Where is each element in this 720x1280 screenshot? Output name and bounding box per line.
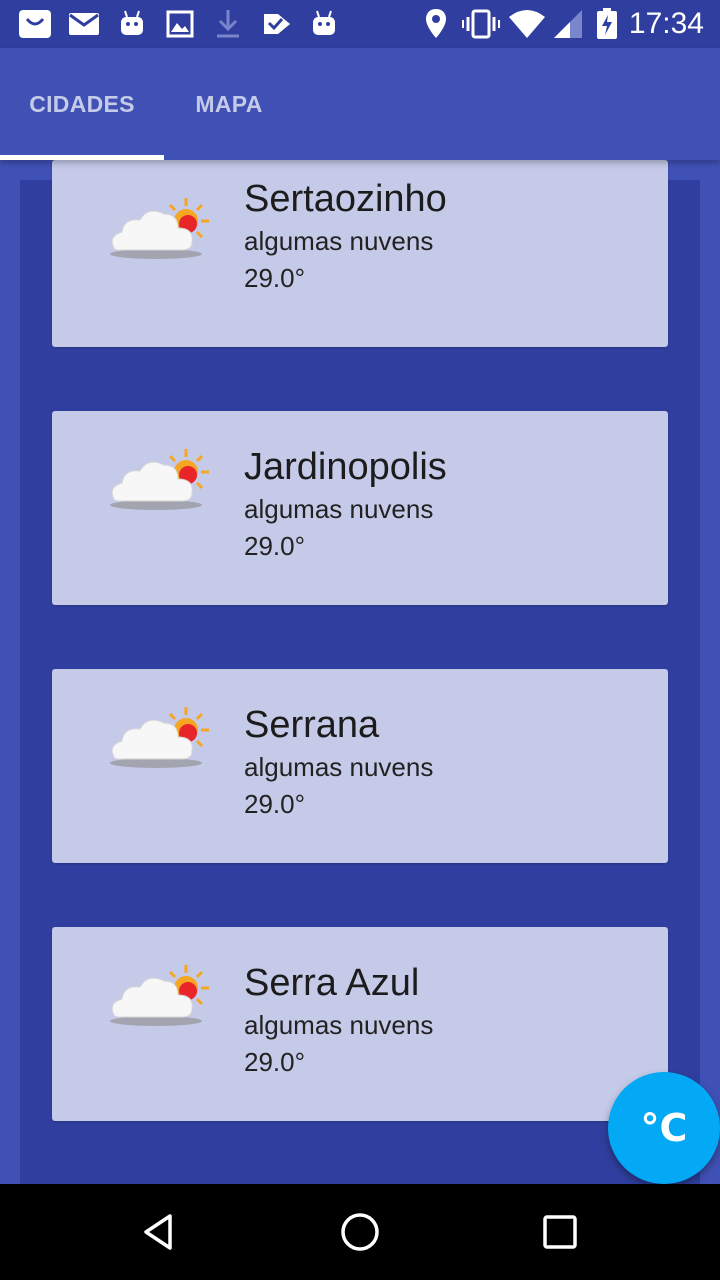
city-card[interactable]: Sertaozinho algumas nuvens 29.0° xyxy=(52,160,668,347)
signal-icon xyxy=(552,8,584,40)
check-badge-icon xyxy=(262,8,292,40)
city-card[interactable]: Serra Azul algumas nuvens 29.0° xyxy=(52,927,668,1121)
weather-description: algumas nuvens xyxy=(244,494,434,524)
city-list[interactable]: Sertaozinho algumas nuvens 29.0° Jardino… xyxy=(20,160,700,1184)
weather-description: algumas nuvens xyxy=(244,1010,434,1040)
mail-icon xyxy=(68,8,100,40)
weather-description: algumas nuvens xyxy=(244,752,434,782)
city-name: Jardinopolis xyxy=(244,446,447,488)
temperature: 29.0° xyxy=(244,789,306,819)
unit-toggle-button[interactable]: °C xyxy=(608,1072,720,1184)
back-icon[interactable] xyxy=(136,1208,184,1256)
partly-cloudy-icon xyxy=(106,439,216,515)
city-card[interactable]: Serrana algumas nuvens 29.0° xyxy=(52,669,668,863)
tab-bar: CIDADES MAPA xyxy=(0,48,720,160)
status-clock: 17:34 xyxy=(628,7,704,40)
city-name: Serra Azul xyxy=(244,962,420,1004)
tab-cidades[interactable]: CIDADES xyxy=(0,48,164,160)
city-card[interactable]: Jardinopolis algumas nuvens 29.0° xyxy=(52,411,668,605)
shopping-bag-icon xyxy=(18,8,52,40)
temperature: 29.0° xyxy=(244,1047,306,1077)
partly-cloudy-icon xyxy=(106,697,216,773)
weather-description: algumas nuvens xyxy=(244,226,434,256)
android-icon xyxy=(310,8,338,40)
recents-icon[interactable] xyxy=(536,1208,584,1256)
partly-cloudy-icon xyxy=(106,188,216,264)
navigation-bar xyxy=(0,1184,720,1280)
partly-cloudy-icon xyxy=(106,955,216,1031)
temperature: 29.0° xyxy=(244,531,306,561)
main-content: Sertaozinho algumas nuvens 29.0° Jardino… xyxy=(0,160,720,1184)
download-icon xyxy=(214,8,242,40)
city-name: Serrana xyxy=(244,704,380,746)
tab-mapa[interactable]: MAPA xyxy=(164,48,294,160)
tab-indicator xyxy=(0,155,164,160)
vibrate-icon xyxy=(462,8,500,40)
city-name: Sertaozinho xyxy=(244,178,447,220)
image-icon xyxy=(166,8,194,40)
wifi-icon xyxy=(508,8,546,40)
battery-charging-icon xyxy=(596,8,618,40)
temperature: 29.0° xyxy=(244,263,306,293)
location-icon xyxy=(424,8,448,40)
android-icon xyxy=(118,8,146,40)
status-bar: 17:34 xyxy=(0,0,720,48)
home-icon[interactable] xyxy=(336,1208,384,1256)
